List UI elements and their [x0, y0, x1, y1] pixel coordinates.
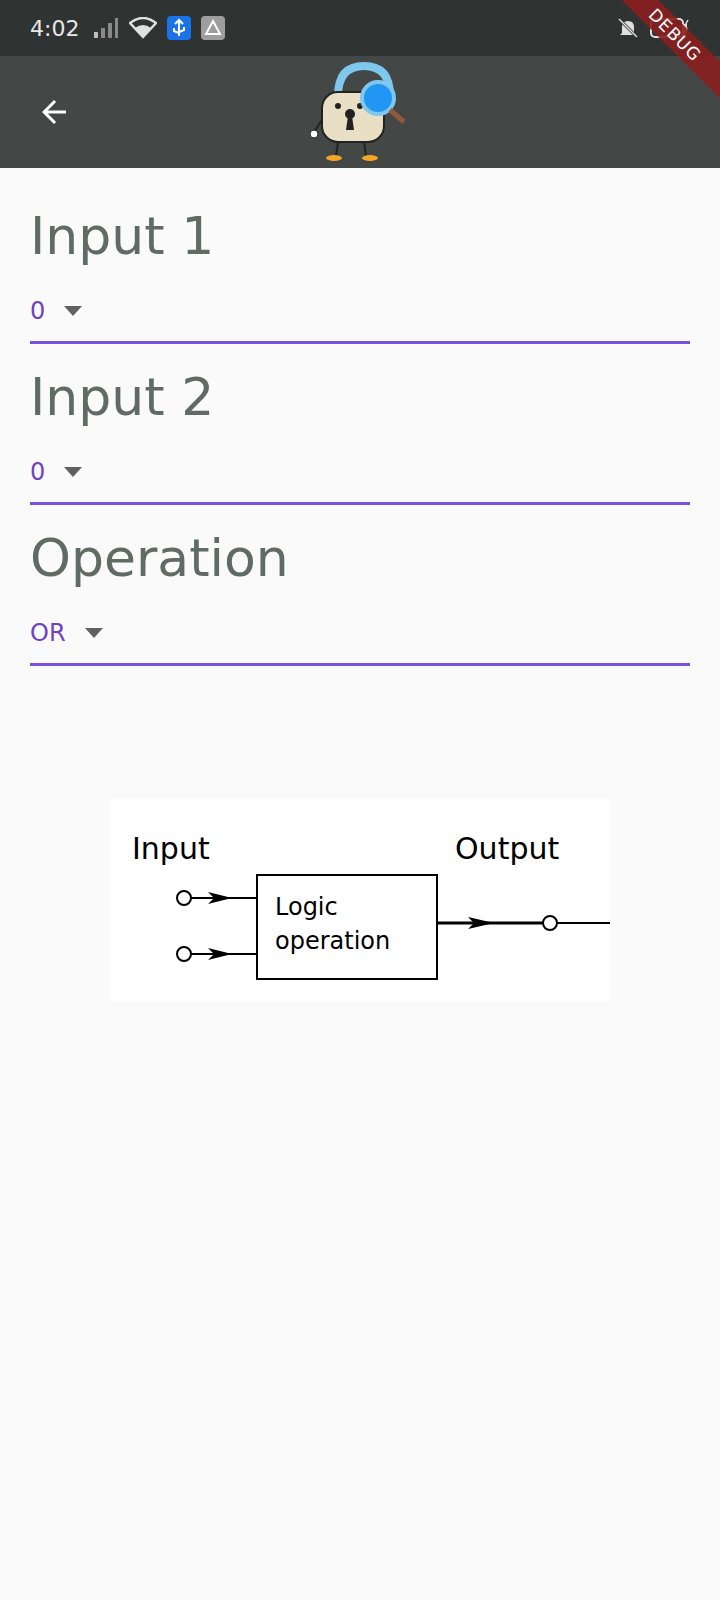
dropdown-field: Operation OR: [30, 505, 690, 666]
dropdown[interactable]: 0: [30, 429, 690, 505]
status-time: 4:02: [30, 12, 79, 45]
dropdown-arrow-icon: [63, 466, 83, 478]
field-label: Operation: [30, 526, 690, 590]
field-label: Input 1: [30, 204, 690, 268]
dropdown-field: Input 1 0: [30, 183, 690, 344]
field-label: Input 2: [30, 365, 690, 429]
usb-icon: [167, 16, 191, 40]
form: Input 1 0 Input 2 0 Operation OR: [0, 168, 720, 666]
dropdown-field: Input 2 0: [30, 344, 690, 505]
mute-icon: [616, 16, 640, 40]
input-label: Input: [132, 831, 210, 866]
output-label: Output: [455, 831, 559, 866]
dropdown-value: 0: [30, 456, 45, 488]
wifi-icon: [129, 17, 157, 39]
app-logo-icon: [310, 62, 414, 162]
app-bar: [0, 56, 720, 168]
dropdown-value: 0: [30, 295, 45, 327]
dropdown[interactable]: 0: [30, 268, 690, 344]
dropdown-arrow-icon: [84, 627, 104, 639]
dropdown[interactable]: OR: [30, 590, 690, 666]
status-bar: 4:02: [0, 0, 720, 56]
app-notification-icon: [201, 16, 225, 40]
box-label: operation: [275, 927, 390, 955]
dropdown-value: OR: [30, 617, 66, 649]
box-label: Logic: [275, 893, 338, 921]
logic-diagram: Input Output Logic operation: [110, 799, 610, 1001]
signal-icon: [93, 17, 119, 39]
dropdown-arrow-icon: [63, 305, 83, 317]
back-arrow-icon[interactable]: [36, 94, 72, 130]
